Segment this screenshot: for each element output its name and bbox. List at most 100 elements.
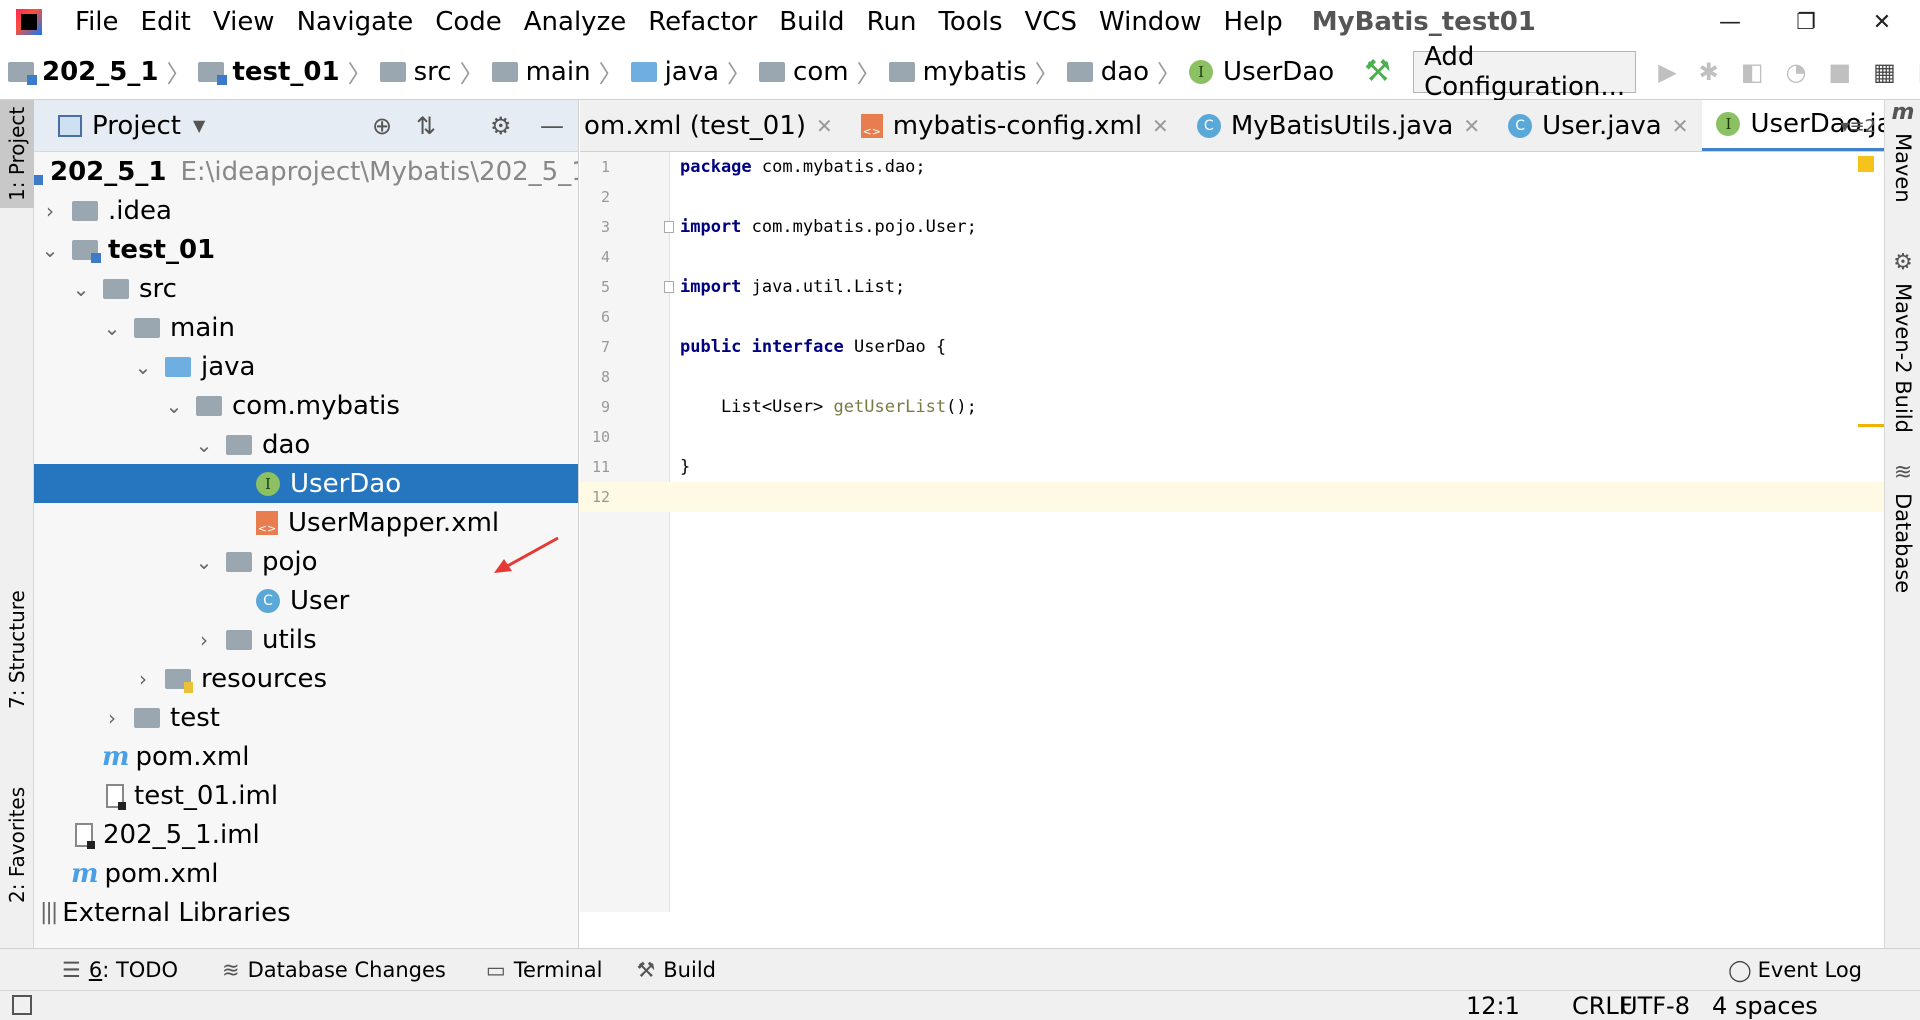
project-panel-title[interactable]: Project (92, 111, 181, 141)
menu-file[interactable]: File (64, 7, 130, 37)
caret-position[interactable]: 12:1 (1466, 991, 1520, 1020)
menu-navigate[interactable]: Navigate (286, 7, 425, 37)
breadcrumb-module[interactable]: test_01 〉 (190, 54, 372, 89)
tab-pom-xml[interactable]: om.xml (test_01) ✕ (580, 100, 847, 151)
chevron-down-icon[interactable]: ⌄ (162, 394, 186, 418)
code-editor[interactable]: 1 package com.mybatis.dao; 2 3 import co… (580, 152, 1884, 912)
interface-icon: I (256, 471, 280, 496)
menu-code[interactable]: Code (424, 7, 513, 37)
tree-item-main[interactable]: ⌄ main (34, 308, 578, 347)
chevron-down-icon[interactable]: ▼ (193, 116, 205, 135)
breadcrumb-src[interactable]: src 〉 (372, 54, 484, 89)
chevron-down-icon[interactable]: ⌄ (38, 238, 62, 262)
close-icon[interactable]: ✕ (1463, 114, 1480, 138)
gear-icon[interactable]: ⚙ (490, 112, 512, 140)
profile-icon[interactable]: ◔ (1785, 57, 1806, 87)
menu-refactor[interactable]: Refactor (637, 7, 768, 37)
fold-marker-icon[interactable] (664, 221, 674, 233)
file-encoding[interactable]: UTF-8 (1620, 991, 1690, 1020)
menu-view[interactable]: View (202, 7, 286, 37)
collapse-all-icon[interactable]: ⇅ (416, 112, 436, 140)
tree-item-com-mybatis[interactable]: ⌄ com.mybatis (34, 386, 578, 425)
tree-item-root-pom[interactable]: m pom.xml (34, 854, 578, 893)
menu-tools[interactable]: Tools (927, 7, 1013, 37)
tab-mybatis-config-xml[interactable]: <> mybatis-config.xml ✕ (847, 100, 1183, 151)
chevron-right-icon[interactable]: › (131, 667, 155, 691)
tab-event-log[interactable]: ◯ Event Log (1728, 949, 1862, 991)
chevron-down-icon[interactable]: ⌄ (192, 433, 216, 457)
tree-item-test[interactable]: › test (34, 698, 578, 737)
tree-item-userdao[interactable]: I UserDao (34, 464, 578, 503)
tree-item-test-01[interactable]: ⌄ test_01 (34, 230, 578, 269)
chevron-down-icon[interactable]: ⌄ (131, 355, 155, 379)
tab-structure[interactable]: 7: Structure (0, 585, 34, 715)
menu-window[interactable]: Window (1088, 7, 1213, 37)
tab-build[interactable]: ⚒ Build (636, 958, 716, 982)
chevron-right-icon[interactable]: › (100, 706, 124, 730)
breadcrumb-main[interactable]: main 〉 (484, 54, 623, 89)
tree-item-project-root[interactable]: 202_5_1 E:\ideaproject\Mybatis\202_5_1 (34, 152, 578, 191)
breadcrumb-com[interactable]: com 〉 (751, 54, 881, 89)
breadcrumb-project[interactable]: 202_5_1 〉 (0, 54, 190, 89)
breadcrumb-mybatis[interactable]: mybatis 〉 (881, 54, 1059, 89)
run-with-coverage-icon[interactable]: ◧ (1741, 57, 1764, 87)
menu-build[interactable]: Build (768, 7, 855, 37)
menu-vcs[interactable]: VCS (1014, 7, 1088, 37)
tree-item-module-pom[interactable]: m pom.xml (34, 737, 578, 776)
chevron-down-icon[interactable]: ⌄ (69, 277, 93, 301)
chevron-right-icon[interactable]: › (192, 628, 216, 652)
debug-icon[interactable]: ✱ (1699, 57, 1719, 87)
tree-item-src[interactable]: ⌄ src (34, 269, 578, 308)
scroll-marker[interactable] (1858, 424, 1884, 427)
chevron-down-icon[interactable]: ⌄ (100, 316, 124, 340)
hide-icon[interactable]: — (540, 112, 564, 140)
tree-item-dao[interactable]: ⌄ dao (34, 425, 578, 464)
build-hammer-icon[interactable]: ⚒ (1364, 54, 1391, 89)
tab-maven-2-build[interactable]: ⚙ Maven-2 Build (1885, 250, 1920, 450)
tab-mybatisutils-java[interactable]: C MyBatisUtils.java ✕ (1183, 100, 1494, 151)
tab-project[interactable]: 1: Project (0, 100, 34, 208)
tabs-overflow-button[interactable]: ▾≡2 (1840, 100, 1876, 151)
add-configuration-button[interactable]: Add Configuration... (1413, 42, 1637, 102)
fold-marker-icon[interactable] (664, 281, 674, 293)
breadcrumb-userdao[interactable]: I UserDao (1181, 57, 1334, 87)
tab-database-changes[interactable]: ≋ Database Changes (222, 958, 446, 982)
tree-item-idea[interactable]: › .idea (34, 191, 578, 230)
tree-item-utils[interactable]: › utils (34, 620, 578, 659)
tab-database[interactable]: ≋ Database (1885, 460, 1920, 600)
indent-setting[interactable]: 4 spaces (1712, 991, 1818, 1020)
tree-item-external-libraries[interactable]: ||| External Libraries (34, 893, 578, 932)
restore-button[interactable]: ❐ (1768, 0, 1844, 44)
tab-maven[interactable]: m Maven (1885, 100, 1920, 212)
menu-run[interactable]: Run (856, 7, 928, 37)
project-structure-icon[interactable]: ▦ (1873, 57, 1896, 87)
minimize-button[interactable]: — (1692, 0, 1768, 44)
tree-item-root-iml[interactable]: 202_5_1.iml (34, 815, 578, 854)
menu-edit[interactable]: Edit (130, 7, 202, 37)
menu-analyze[interactable]: Analyze (513, 7, 637, 37)
stop-icon[interactable]: ■ (1828, 57, 1851, 87)
tree-item-java[interactable]: ⌄ java (34, 347, 578, 386)
menu-help[interactable]: Help (1212, 7, 1293, 37)
close-icon[interactable]: ✕ (816, 114, 833, 138)
tree-item-test-01-iml[interactable]: test_01.iml (34, 776, 578, 815)
tab-favorites[interactable]: 2: Favorites (0, 780, 34, 910)
run-icon[interactable]: ▶ (1658, 57, 1676, 87)
chevron-down-icon[interactable]: ⌄ (192, 550, 216, 574)
close-icon[interactable]: ✕ (1152, 114, 1169, 138)
breadcrumb-java[interactable]: java 〉 (623, 54, 751, 89)
close-button[interactable]: ✕ (1844, 0, 1920, 44)
libraries-icon: ||| (40, 900, 58, 925)
tab-event-log-label: Event Log (1757, 958, 1862, 982)
inspection-status-icon[interactable] (1858, 156, 1874, 172)
locate-icon[interactable]: ⊕ (372, 112, 392, 140)
breadcrumb-dao[interactable]: dao 〉 (1059, 54, 1181, 89)
tree-item-resources[interactable]: › resources (34, 659, 578, 698)
tab-user-java[interactable]: C User.java ✕ (1494, 100, 1702, 151)
tab-terminal[interactable]: ▭ Terminal (486, 958, 603, 982)
tool-windows-toggle-icon[interactable] (12, 995, 32, 1015)
tree-item-user[interactable]: C User (34, 581, 578, 620)
tab-todo[interactable]: ☰ 6: TODO (62, 958, 178, 982)
close-icon[interactable]: ✕ (1672, 114, 1689, 138)
chevron-right-icon[interactable]: › (38, 199, 62, 223)
